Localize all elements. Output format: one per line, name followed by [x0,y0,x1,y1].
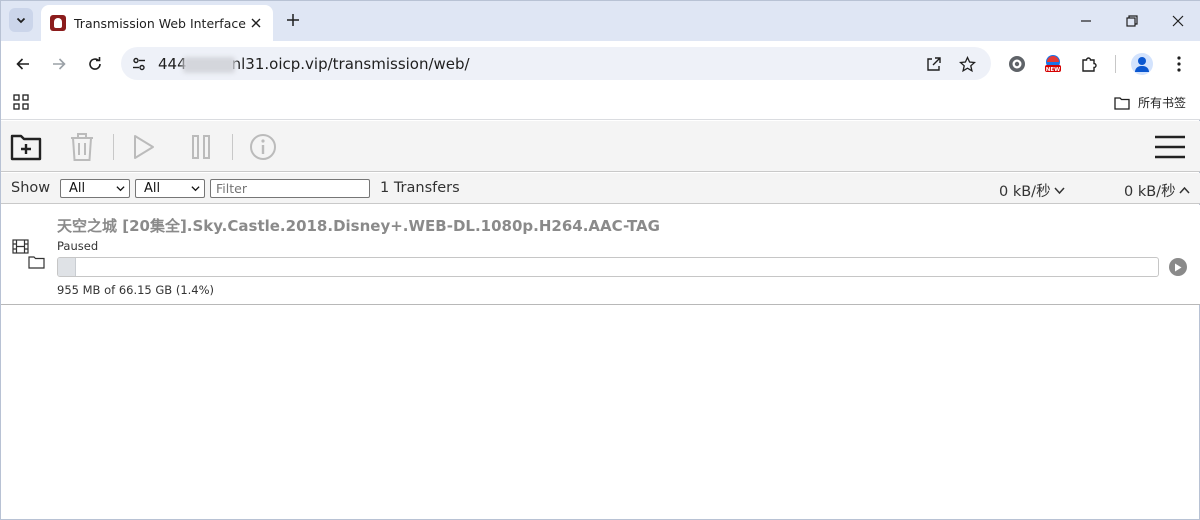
close-window-button[interactable] [1166,9,1190,33]
forward-button[interactable] [47,52,71,76]
reload-icon [89,57,101,70]
redacted-blur [183,57,235,73]
globe-shield-icon [1009,56,1025,72]
tab-close-button[interactable] [247,14,265,32]
new-badge-icon: NEW [1045,55,1061,73]
site-info-button[interactable] [130,55,148,73]
arrow-up-icon [1179,186,1190,194]
upload-speed-value: 0 kB/秒 [1124,184,1176,200]
share-button[interactable] [924,54,944,74]
browser-menu-button[interactable] [1168,53,1190,75]
tracker-filter-select[interactable]: All [135,179,205,198]
info-icon [250,134,276,160]
browser-toolbar: 444 nl31.oicp.vip/transmission/web/ NEW [1,41,1200,86]
torrent-resume-button[interactable] [1169,258,1187,276]
tab-search-button[interactable] [9,8,33,32]
transmission-toolbar [1,121,1200,172]
chevron-down-icon [191,186,200,192]
trash-icon [71,133,93,161]
transfers-count: 1 Transfers [380,180,460,196]
more-vert-icon [1177,56,1181,72]
bookmark-star-button[interactable] [957,54,977,74]
browser-window: Transmission Web Interface 444 nl31.oicp… [0,0,1200,520]
new-tab-button[interactable] [283,10,303,30]
restore-button[interactable] [1120,9,1144,33]
address-bar[interactable]: 444 nl31.oicp.vip/transmission/web/ [121,47,991,80]
hamburger-menu-icon [1155,135,1185,159]
remove-torrent-button[interactable] [64,129,100,165]
torrent-progress-bar [57,257,1159,277]
open-torrent-button[interactable] [8,129,44,165]
plus-icon [287,14,299,26]
tab-title: Transmission Web Interface [74,15,246,31]
pause-icon [192,135,210,159]
torrent-status: Paused [57,239,99,253]
minimize-button[interactable] [1074,9,1098,33]
play-icon [1175,263,1182,271]
close-icon [251,18,261,28]
main-menu-button[interactable] [1152,129,1188,165]
torrent-progress-text: 955 MB of 66.15 GB (1.4%) [57,283,215,297]
arrow-left-icon [16,58,29,70]
profile-avatar[interactable] [1131,53,1153,75]
status-filter-select[interactable]: All [60,179,130,198]
share-icon [927,57,941,71]
minimize-icon [1081,20,1091,22]
toolbar-separator [232,134,233,160]
puzzle-icon [1082,57,1097,72]
reload-button[interactable] [83,52,107,76]
upload-speed: 0 kB/秒 [1124,180,1190,201]
all-bookmarks-label: 所有书签 [1138,96,1187,110]
torrent-row[interactable]: 天空之城 [20集全].Sky.Castle.2018.Disney+.WEB-… [1,205,1200,305]
toolbar-separator [113,134,114,160]
filter-text-input[interactable]: Filter [210,179,370,198]
show-label: Show [11,180,51,196]
inspector-button[interactable] [245,129,281,165]
svg-text:NEW: NEW [1046,67,1060,73]
back-button[interactable] [11,52,35,76]
transmission-favicon-icon [50,15,66,31]
extension-new-button[interactable]: NEW [1042,53,1064,75]
tab-strip: Transmission Web Interface [1,1,1200,41]
film-icon [12,239,29,254]
extension-vpn-button[interactable] [1006,53,1028,75]
close-icon [1172,15,1184,27]
extensions-button[interactable] [1078,53,1100,75]
tune-icon [133,57,145,71]
filter-placeholder: Filter [216,181,247,196]
star-icon [958,55,976,72]
status-filter-value: All [69,181,86,196]
apps-grid-icon[interactable] [13,94,29,110]
filter-bar: Show All All Filter 1 Transfers 0 kB/秒 0… [1,173,1200,204]
toolbar-divider [1115,55,1116,73]
play-icon [134,135,154,159]
browser-tab-active[interactable]: Transmission Web Interface [41,5,273,41]
start-torrent-button[interactable] [126,129,162,165]
download-speed-value: 0 kB/秒 [999,184,1051,200]
pause-torrent-button[interactable] [183,129,219,165]
chevron-down-icon [116,186,125,192]
all-bookmarks-button[interactable]: 所有书签 [1114,94,1186,111]
tracker-filter-value: All [144,181,161,196]
torrent-progress-fill [58,258,76,276]
arrow-right-icon [53,58,66,70]
restore-icon [1126,15,1138,27]
folder-icon [1114,96,1130,110]
torrent-name: 天空之城 [20集全].Sky.Castle.2018.Disney+.WEB-… [57,217,660,235]
folder-add-icon [10,134,42,161]
folder-icon [28,256,45,269]
bookmarks-bar: 所有书签 [1,86,1200,120]
chevron-down-icon [16,17,26,24]
download-speed: 0 kB/秒 [999,180,1065,201]
arrow-down-icon [1054,187,1065,195]
